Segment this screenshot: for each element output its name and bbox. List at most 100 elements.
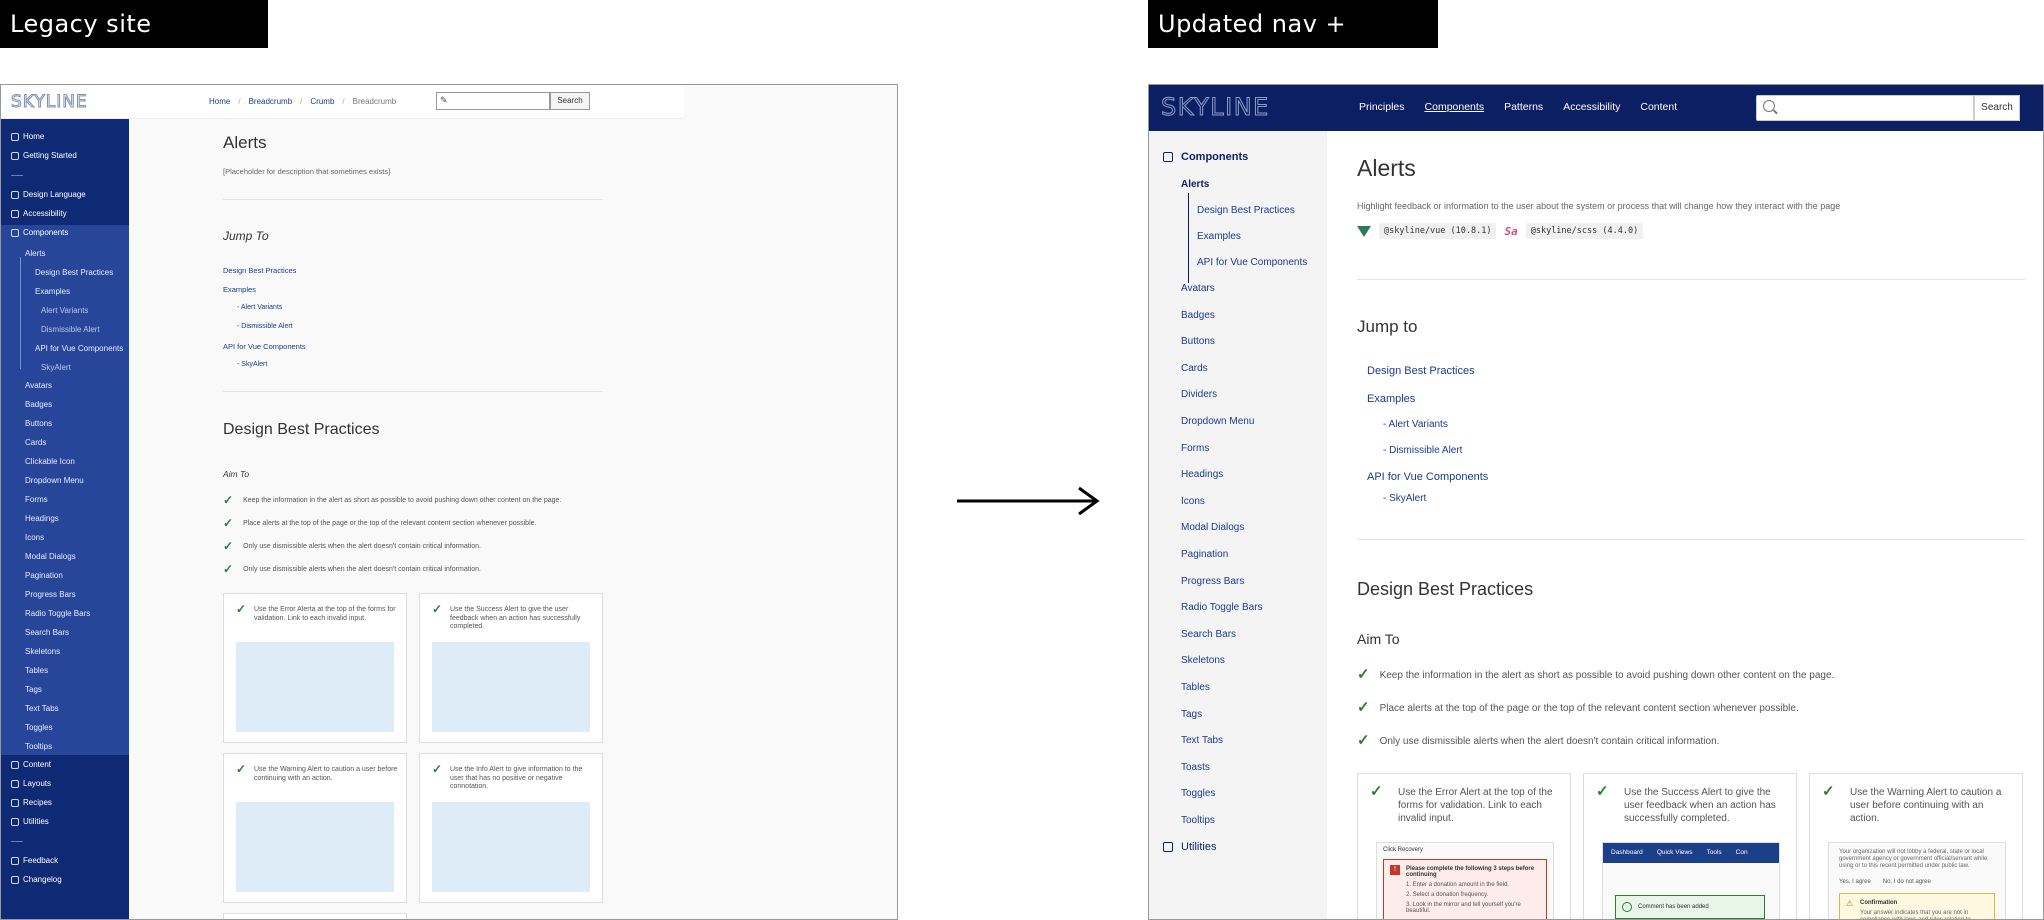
sidebar-item-icons[interactable]: Icons — [25, 533, 44, 542]
sidebar-item-alerts[interactable]: Alerts — [1181, 179, 1209, 190]
check-icon: ✓ — [236, 762, 247, 776]
sidebar-item-avatars[interactable]: Avatars — [1181, 283, 1215, 294]
list-item: ✓ Keep the information in the alert as sh… — [1357, 667, 1834, 682]
sidebar-item-layouts[interactable]: Layouts — [11, 779, 51, 788]
sidebar-item-toasts[interactable]: Toasts — [1181, 762, 1210, 773]
sidebar-item-tags[interactable]: Tags — [25, 685, 42, 694]
sidebar-item-dropdown-menu[interactable]: Dropdown Menu — [25, 476, 84, 485]
sidebar-item-utilities[interactable]: Utilities — [1163, 841, 1216, 853]
sidebar-item-avatars[interactable]: Avatars — [25, 381, 52, 390]
breadcrumb-link[interactable]: Home — [209, 97, 230, 106]
sidebar-item-tables[interactable]: Tables — [25, 666, 48, 675]
jump-link-best-practices[interactable]: Design Best Practices — [223, 266, 296, 275]
jump-link-best-practices[interactable]: Design Best Practices — [1367, 365, 1475, 377]
sidebar-item-toggles[interactable]: Toggles — [1181, 788, 1215, 799]
sidebar-item-accessibility[interactable]: Accessibility — [11, 209, 67, 218]
sidebar-item-text-tabs[interactable]: Text Tabs — [25, 704, 59, 713]
sidebar-item-forms[interactable]: Forms — [1181, 443, 1209, 454]
sidebar-item-tables[interactable]: Tables — [1181, 682, 1210, 693]
jump-link-examples[interactable]: Examples — [223, 285, 256, 294]
sidebar-item-label: Components — [23, 228, 69, 237]
sidebar-item-utilities[interactable]: Utilities — [11, 817, 49, 826]
alert-item: 1. Enter a donation amount in the field. — [1406, 882, 1510, 888]
example-nav-item: Dashboard — [1611, 849, 1643, 856]
sidebar-item-progress-bars[interactable]: Progress Bars — [1181, 576, 1244, 587]
sidebar-item-search-bars[interactable]: Search Bars — [25, 628, 69, 637]
sidebar-item-feedback[interactable]: Feedback — [11, 856, 58, 865]
sidebar-item-headings[interactable]: Headings — [25, 514, 59, 523]
sidebar-item-buttons[interactable]: Buttons — [25, 419, 52, 428]
example-card: ✓ Use the Error Alerta at the top of the … — [223, 593, 407, 743]
breadcrumb-link[interactable]: Crumb — [310, 97, 334, 106]
jump-link-dismissible[interactable]: - Dismissible Alert — [1383, 445, 1462, 456]
sidebar-item-badges[interactable]: Badges — [25, 400, 52, 409]
updated-logo[interactable]: SKYLINE — [1161, 93, 1270, 122]
jump-link-examples[interactable]: Examples — [1367, 393, 1415, 405]
nav-principles[interactable]: Principles — [1359, 101, 1405, 113]
nav-accessibility[interactable]: Accessibility — [1563, 101, 1620, 113]
sidebar-item-search-bars[interactable]: Search Bars — [1181, 629, 1236, 640]
sidebar-item-design-language[interactable]: Design Language — [11, 190, 86, 199]
sidebar-item-headings[interactable]: Headings — [1181, 469, 1223, 480]
sidebar-item-radio-toggle-bars[interactable]: Radio Toggle Bars — [25, 609, 90, 618]
jump-link-alert-variants[interactable]: - Alert Variants — [1383, 419, 1448, 430]
sidebar-item-api[interactable]: API for Vue Components — [1197, 257, 1307, 268]
search-button[interactable]: Search — [1974, 95, 2020, 121]
sidebar-item-modal-dialogs[interactable]: Modal Dialogs — [25, 552, 76, 561]
breadcrumb-link[interactable]: Breadcrumb — [249, 97, 293, 106]
jump-link-api[interactable]: API for Vue Components — [1367, 471, 1488, 483]
sidebar-item-content[interactable]: Content — [11, 760, 51, 769]
sidebar-item-modal-dialogs[interactable]: Modal Dialogs — [1181, 522, 1244, 533]
sidebar-item-radio-toggle-bars[interactable]: Radio Toggle Bars — [1181, 602, 1263, 613]
sidebar-item-pagination[interactable]: Pagination — [1181, 549, 1228, 560]
sidebar-item-buttons[interactable]: Buttons — [1181, 336, 1215, 347]
jump-link-api[interactable]: API for Vue Components — [223, 342, 306, 351]
sidebar-item-cards[interactable]: Cards — [1181, 363, 1208, 374]
nav-patterns[interactable]: Patterns — [1504, 101, 1543, 113]
sidebar-item-forms[interactable]: Forms — [25, 495, 48, 504]
search-input[interactable]: ✎ — [436, 92, 550, 110]
sidebar-item-dropdown-menu[interactable]: Dropdown Menu — [1181, 416, 1254, 427]
sidebar-item-alerts[interactable]: Alerts — [25, 249, 45, 258]
sidebar-item-examples[interactable]: Examples — [1197, 231, 1241, 242]
sidebar-item-label: Utilities — [23, 817, 49, 826]
sidebar-item-alert-variants[interactable]: Alert Variants — [41, 306, 88, 315]
sidebar-item-badges[interactable]: Badges — [1181, 310, 1215, 321]
sidebar-item-skeletons[interactable]: Skeletons — [1181, 655, 1225, 666]
sidebar-item-clickable-icon[interactable]: Clickable Icon — [25, 457, 75, 466]
sidebar-item-changelog[interactable]: Changelog — [11, 875, 62, 884]
nav-components[interactable]: Components — [1425, 101, 1485, 113]
sidebar-item-dismissible-alert[interactable]: Dismissible Alert — [41, 325, 100, 334]
legacy-logo[interactable]: SKYLINE — [11, 92, 88, 113]
sidebar-item-best-practices[interactable]: Design Best Practices — [1197, 205, 1295, 216]
sidebar-item-text-tabs[interactable]: Text Tabs — [1181, 735, 1223, 746]
nav-content[interactable]: Content — [1640, 101, 1677, 113]
sidebar-heading-components[interactable]: Components — [1163, 151, 1248, 163]
sidebar-item-getting-started[interactable]: Getting Started — [11, 151, 77, 160]
sidebar-item-best-practices[interactable]: Design Best Practices — [35, 268, 113, 277]
sidebar-item-recipes[interactable]: Recipes — [11, 798, 52, 807]
search-input[interactable] — [1756, 95, 1974, 121]
jump-link-skyalert[interactable]: - SkyAlert — [237, 361, 267, 368]
sidebar-item-examples[interactable]: Examples — [35, 287, 70, 296]
sidebar-item-tags[interactable]: Tags — [1181, 709, 1202, 720]
jump-link-skyalert[interactable]: - SkyAlert — [1383, 493, 1426, 504]
sidebar-item-tooltips[interactable]: Tooltips — [25, 742, 52, 751]
sidebar-item-dividers[interactable]: Dividers — [1181, 389, 1217, 400]
sidebar-item-skeletons[interactable]: Skeletons — [25, 647, 60, 656]
sidebar-item-skyalert[interactable]: SkyAlert — [41, 363, 71, 372]
sidebar-item-pagination[interactable]: Pagination — [25, 571, 63, 580]
sidebar-item-components[interactable]: Components — [11, 228, 68, 237]
sidebar-item-api[interactable]: API for Vue Components — [35, 344, 123, 353]
sidebar-item-home[interactable]: Home — [11, 132, 44, 141]
sidebar-item-toggles[interactable]: Toggles — [25, 723, 53, 732]
sidebar-item-progress-bars[interactable]: Progress Bars — [25, 590, 76, 599]
jump-link-dismissible[interactable]: - Dismissible Alert — [237, 323, 293, 330]
sidebar-item-icons[interactable]: Icons — [1181, 496, 1205, 507]
jump-link-alert-variants[interactable]: - Alert Variants — [237, 304, 282, 311]
layout-icon — [11, 779, 19, 788]
sidebar-item-tooltips[interactable]: Tooltips — [1181, 815, 1215, 826]
search-button[interactable]: Search — [550, 92, 590, 110]
breadcrumb-separator: / — [342, 97, 345, 106]
sidebar-item-cards[interactable]: Cards — [25, 438, 46, 447]
